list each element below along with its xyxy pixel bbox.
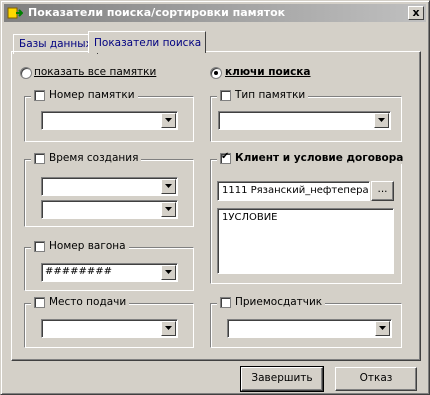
supply-place-checkbox[interactable] [34, 296, 45, 308]
receiver-label: Приемосдатчик [235, 296, 323, 308]
chevron-down-icon [379, 326, 386, 330]
receiver-group: Приемосдатчик [210, 296, 402, 348]
creation-time-from-dropdown-arrow[interactable] [161, 179, 176, 194]
title-bar[interactable]: Показатели поиска/сортировки памяток x [4, 4, 426, 22]
creation-time-group: Время создания [24, 152, 194, 227]
chevron-down-icon [165, 184, 172, 188]
wagon-number-select[interactable]: ######## [41, 263, 178, 282]
search-keys-radio[interactable] [210, 67, 222, 79]
chevron-down-icon [165, 207, 172, 211]
wagon-number-value: ######## [45, 266, 113, 277]
memo-number-checkbox[interactable] [34, 89, 45, 101]
memo-type-group: Тип памятки [210, 89, 402, 142]
memo-type-label: Тип памятки [235, 89, 306, 101]
receiver-dropdown-arrow[interactable] [375, 321, 390, 336]
supply-place-label: Место подачи [49, 296, 127, 308]
creation-time-label: Время создания [49, 152, 139, 164]
search-keys-label[interactable]: ключи поиска [225, 66, 311, 78]
show-all-label[interactable]: показать все памятки [34, 66, 156, 78]
close-button[interactable]: x [408, 6, 424, 20]
memo-number-group: Номер памятки [24, 89, 194, 142]
wagon-number-group: Номер вагона ######## [24, 240, 194, 291]
client-field[interactable]: 1111 Рязанский_нефтепера [217, 181, 370, 201]
supply-place-select[interactable] [41, 319, 178, 338]
chevron-down-icon [165, 270, 172, 274]
creation-time-to-dropdown-arrow[interactable] [161, 202, 176, 217]
wagon-number-label: Номер вагона [49, 240, 126, 252]
supply-place-dropdown-arrow[interactable] [161, 321, 176, 336]
memo-type-checkbox[interactable] [220, 89, 231, 101]
wagon-number-checkbox[interactable] [34, 240, 45, 252]
receiver-select[interactable] [227, 319, 392, 338]
wagon-number-dropdown-arrow[interactable] [161, 265, 176, 280]
cancel-button[interactable]: Отказ [335, 367, 417, 391]
contract-condition-field[interactable]: 1УСЛОВИЕ [217, 208, 394, 274]
window-title: Показатели поиска/сортировки памяток [28, 6, 286, 19]
client-contract-label: Клиент и условие договора [235, 152, 404, 164]
client-contract-checkbox[interactable]: ✔ [220, 150, 231, 164]
dialog-window: Показатели поиска/сортировки памяток x Б… [0, 0, 430, 395]
tab-search-criteria[interactable]: Показатели поиска [88, 31, 206, 53]
show-all-radio[interactable] [20, 67, 32, 79]
supply-place-group: Место подачи [24, 296, 194, 348]
memo-number-select[interactable] [41, 111, 178, 130]
memo-number-label: Номер памятки [49, 89, 135, 101]
memo-type-dropdown-arrow[interactable] [374, 113, 389, 128]
chevron-down-icon [165, 118, 172, 122]
memo-type-select[interactable] [218, 111, 391, 130]
check-icon: ✔ [221, 150, 230, 162]
tab-panel: показать все памятки ключи поиска Номер … [11, 51, 421, 361]
client-browse-button[interactable]: ... [371, 181, 394, 201]
finish-button[interactable]: Завершить [240, 366, 324, 392]
memo-number-dropdown-arrow[interactable] [161, 113, 176, 128]
chevron-down-icon [165, 326, 172, 330]
creation-time-from-select[interactable] [41, 177, 178, 196]
creation-time-checkbox[interactable] [34, 152, 45, 164]
creation-time-to-select[interactable] [41, 200, 178, 219]
chevron-down-icon [378, 118, 385, 122]
receiver-checkbox[interactable] [220, 296, 231, 308]
client-contract-group: ✔ Клиент и условие договора 1111 Рязанск… [210, 151, 407, 284]
app-icon [7, 7, 23, 19]
